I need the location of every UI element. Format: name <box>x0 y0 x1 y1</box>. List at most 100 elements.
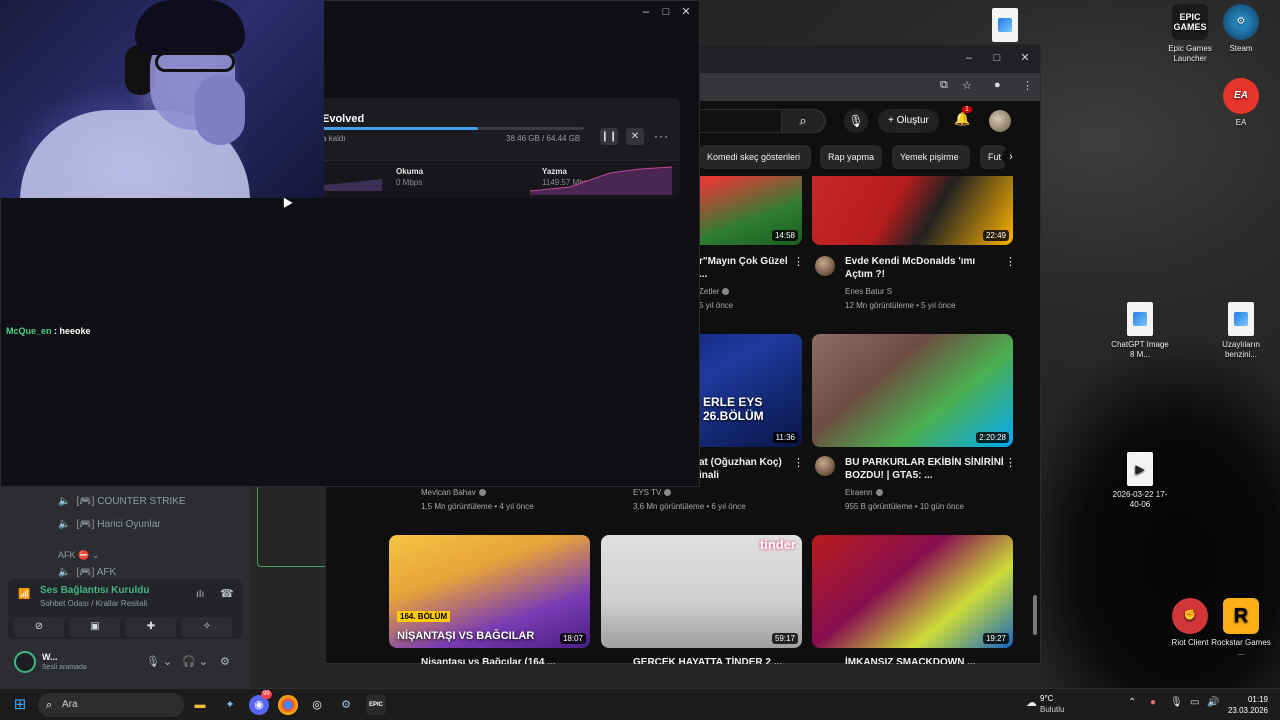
scrollbar[interactable] <box>1031 105 1039 665</box>
disconnect-icon[interactable]: ☎ <box>220 587 234 600</box>
user-name[interactable]: W... <box>42 652 58 662</box>
clock[interactable]: 01:19 23.03.2026 <box>1226 694 1268 716</box>
minimize-icon[interactable]: – <box>962 51 976 65</box>
settings-gear-icon[interactable]: ⚙ <box>220 655 230 668</box>
channel-name: EYS TV <box>633 488 662 497</box>
voice-channel-counter-strike[interactable]: 🔈 [🎮] COUNTER STRIKE <box>58 496 186 507</box>
video-title[interactable]: r"Mayın Çok Güzel ... <box>699 255 789 281</box>
video-thumbnail[interactable]: 2:20:28 <box>812 334 1013 447</box>
category-afk[interactable]: AFK ⛔ ⌄ <box>58 550 99 561</box>
video-duration: 2:20:28 <box>976 432 1009 443</box>
steam-icon[interactable]: ⚙ <box>336 695 356 715</box>
app-icon[interactable]: ✦ <box>220 695 240 715</box>
scrollbar-thumb[interactable] <box>1033 595 1037 635</box>
avatar[interactable] <box>989 110 1011 132</box>
soundboard-button[interactable]: ✧ <box>182 617 232 637</box>
headphones-icon[interactable]: 🎧 ⌄ <box>182 655 208 668</box>
microphone-icon[interactable]: 🎙 ⌄ <box>146 655 172 668</box>
desktop-image-shortcut[interactable] <box>974 8 1036 46</box>
video-title[interactable]: İMKANSIZ SMACKDOWN ... <box>845 656 1005 664</box>
channel-avatar[interactable] <box>815 456 835 476</box>
ea-icon: EA <box>1223 78 1259 114</box>
chrome-icon[interactable] <box>278 695 298 715</box>
desktop-icon-steam[interactable]: ⚙ Steam <box>1210 4 1272 54</box>
desktop-icon-chatgpt-image[interactable]: ChatGPT Image 8 M... <box>1109 302 1171 360</box>
minimize-icon[interactable]: – <box>639 5 653 19</box>
video-thumbnail[interactable]: 22:49 <box>812 176 1013 245</box>
video-caption: NİŞANTAŞI VS BAĞCILAR <box>397 630 535 642</box>
weather-temp: 9°C <box>1040 694 1054 703</box>
search-icon[interactable]: ⌕ <box>781 109 825 133</box>
voice-channel-afk[interactable]: 🔈 [🎮] AFK <box>58 567 116 577</box>
voice-status[interactable]: Ses Bağlantısı Kuruldu <box>40 585 149 596</box>
epic-games-icon[interactable]: EPIC <box>366 695 386 715</box>
more-options-icon[interactable]: ⋮ <box>793 456 804 469</box>
create-button[interactable]: + Oluştur <box>878 109 939 133</box>
desktop-icon-label: Rockstar Games ... <box>1211 638 1271 657</box>
close-icon[interactable]: ✕ <box>1018 51 1032 65</box>
desktop-icon-ea[interactable]: EA EA <box>1210 78 1272 128</box>
channel-label: Harici Oyunlar <box>97 519 161 530</box>
browser-menu-icon[interactable]: ⋮ <box>1022 79 1033 92</box>
discord-icon[interactable]: ◉ 99 <box>249 690 272 715</box>
bookmark-star-icon[interactable]: ☆ <box>962 79 972 92</box>
video-thumbnail[interactable]: 19:27 <box>812 535 1013 648</box>
desktop-icon-video-recording[interactable]: ▶ 2026-03-22 17-40-06 <box>1109 452 1171 510</box>
video-thumbnail[interactable]: tinder 59:17 <box>601 535 802 648</box>
voice-room[interactable]: Sohbet Odası / Krallar Resitali <box>40 599 147 608</box>
network-icon[interactable]: ▭ <box>1190 697 1199 708</box>
maximize-icon[interactable]: □ <box>990 51 1004 65</box>
video-title[interactable]: GERÇEK HAYATTA TİNDER 2 ... <box>633 656 793 664</box>
video-thumbnail[interactable]: 164. BÖLÜM NİŞANTAŞI VS BAĞCILAR 18:07 <box>389 535 590 648</box>
discord-sidebar: 🔈 [🎮] COUNTER STRIKE 🔈 [🎮] Harici Oyunlar … <box>0 487 250 688</box>
more-options-icon[interactable]: ⋮ <box>1005 255 1016 268</box>
chevron-up-icon[interactable]: ⌃ <box>1128 697 1136 708</box>
profile-icon[interactable]: ● <box>994 79 1001 91</box>
chip-comedy[interactable]: Komedi skeç gösterileri <box>699 145 811 169</box>
camera-toggle-button[interactable]: ⊘ <box>14 617 64 637</box>
voice-channel-harici[interactable]: 🔈 [🎮] Harici Oyunlar <box>58 519 161 530</box>
channel-name: Mevlcan Bahav <box>421 488 476 497</box>
video-duration: 19:27 <box>982 633 1009 644</box>
pause-button[interactable]: ❙❙ <box>600 128 618 145</box>
screen-share-button[interactable]: ▣ <box>70 617 120 637</box>
channel-avatar[interactable] <box>815 256 835 276</box>
chip-cooking[interactable]: Yemek pişirme <box>892 145 970 169</box>
file-explorer-icon[interactable]: ▬ <box>190 695 210 715</box>
video-channel[interactable]: Enes Batur S <box>845 287 892 296</box>
more-options-icon[interactable]: ⋮ <box>1005 456 1016 469</box>
search-input[interactable]: ⌕ Ara <box>38 693 184 717</box>
app-icon[interactable]: ◎ <box>307 695 327 715</box>
video-meta: 1,5 Mn görüntüleme • 4 yıl önce <box>421 502 534 511</box>
bell-icon[interactable]: 🔔 1 <box>954 106 972 127</box>
download-card: Evolved a kaldı 38.46 GB / 64.44 GB ❙❙ ✕… <box>320 98 680 198</box>
chevron-right-icon[interactable]: › <box>1002 148 1020 166</box>
close-icon[interactable]: ✕ <box>679 5 693 19</box>
video-channel[interactable]: Mevlcan Bahav <box>421 488 486 497</box>
windows-start-icon[interactable]: ⊞ <box>10 695 30 715</box>
maximize-icon[interactable]: □ <box>659 5 673 19</box>
desktop-icon-rockstar[interactable]: R Rockstar Games ... <box>1210 598 1272 658</box>
microphone-icon[interactable]: 🎙 <box>1170 697 1183 708</box>
microphone-icon[interactable]: 🎙 <box>844 109 868 133</box>
more-options-icon[interactable]: ··· <box>654 129 669 143</box>
tray-app-icon[interactable]: ● <box>1150 697 1156 708</box>
video-channel[interactable]: Zetler <box>699 287 730 296</box>
install-app-icon[interactable]: ⧉ <box>940 79 948 92</box>
video-channel[interactable]: EYS TV <box>633 488 672 497</box>
video-title[interactable]: BU PARKURLAR EKİBİN SİNİRİNİ BOZDU! | GT… <box>845 456 1005 482</box>
video-title[interactable]: Nişantaşı vs Bağcılar (164 ... <box>421 656 581 664</box>
volume-icon[interactable]: 🔊 <box>1207 697 1219 708</box>
chip-rap[interactable]: Rap yapma <box>820 145 882 169</box>
video-title[interactable]: at (Oğuzhan Koç) inali <box>699 456 789 482</box>
desktop-icon-uzaylilar[interactable]: Uzaylıların benzini... <box>1210 302 1272 360</box>
video-title[interactable]: Evde Kendi McDonalds 'ımı Açtım ?! <box>845 255 1005 281</box>
activities-button[interactable]: ✚ <box>126 617 176 637</box>
video-duration: 14:58 <box>771 230 798 241</box>
noise-suppression-icon[interactable]: ıIı <box>196 589 204 600</box>
avatar[interactable] <box>14 651 36 673</box>
cancel-button[interactable]: ✕ <box>626 128 644 145</box>
video-channel[interactable]: Elraenn <box>845 488 883 497</box>
create-label: Oluştur <box>896 115 929 126</box>
more-options-icon[interactable]: ⋮ <box>793 255 804 268</box>
